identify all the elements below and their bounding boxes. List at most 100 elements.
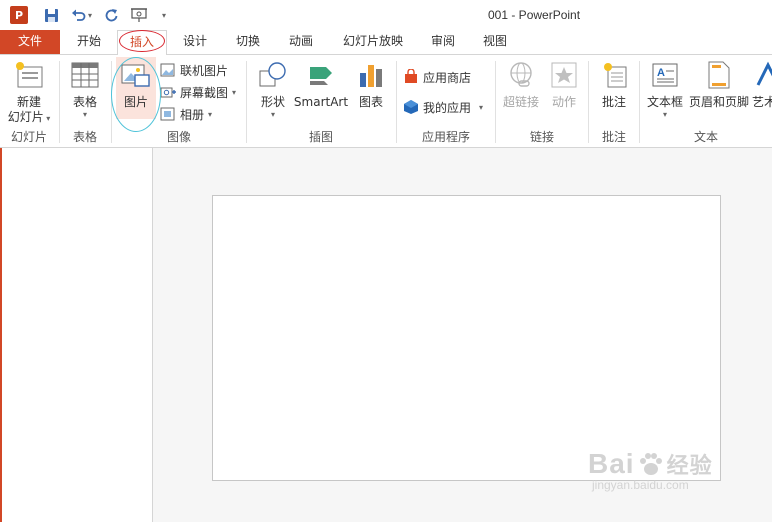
- screenshot-button[interactable]: 屏幕截图 ▾: [160, 82, 236, 102]
- ribbon-tabs: 文件 开始 插入 设计 切换 动画 幻灯片放映 审阅 视图: [0, 30, 772, 55]
- header-footer-icon: [703, 59, 735, 91]
- redo-icon: [105, 8, 118, 21]
- comment-button[interactable]: 批注: [593, 59, 635, 110]
- text-box-button[interactable]: A 文本框 ▾: [644, 59, 686, 120]
- smartart-icon: [305, 59, 337, 91]
- table-button[interactable]: 表格 ▾: [64, 59, 106, 120]
- hyperlink-button[interactable]: 超链接: [500, 59, 542, 110]
- group-label-illustrations: 插图: [308, 130, 333, 144]
- save-icon: [45, 8, 58, 22]
- redo-button[interactable]: [104, 6, 119, 24]
- tab-slideshow[interactable]: 幻灯片放映: [334, 30, 412, 54]
- hyperlink-icon: [505, 59, 537, 91]
- group-label-tables: 表格: [72, 130, 97, 144]
- tab-transitions[interactable]: 切换: [224, 30, 272, 54]
- hyperlink-label: 超链接: [502, 95, 539, 109]
- chevron-down-icon: ▾: [82, 110, 87, 119]
- watermark-url: jingyan.baidu.com: [592, 478, 689, 492]
- tab-review[interactable]: 审阅: [419, 30, 467, 54]
- tab-insert[interactable]: 插入: [117, 30, 167, 55]
- my-apps-button[interactable]: 我的应用 ▾: [403, 97, 483, 117]
- wordart-label: 艺术: [752, 95, 772, 109]
- svg-text:A: A: [657, 67, 665, 79]
- group-label-comments: 批注: [601, 130, 626, 144]
- picture-label: 图片: [123, 95, 148, 109]
- group-apps: 应用商店 我的应用 ▾ 应用程序: [397, 55, 495, 148]
- tab-home[interactable]: 开始: [64, 30, 114, 54]
- group-label-apps: 应用程序: [421, 130, 470, 144]
- text-box-label: 文本框: [646, 95, 683, 109]
- photo-album-icon: [160, 106, 176, 122]
- group-label-slides: 幻灯片: [10, 130, 47, 144]
- header-footer-button[interactable]: 页眉和页脚: [687, 59, 751, 110]
- store-icon: [403, 69, 419, 85]
- quick-access-toolbar: P ▾ ▾: [10, 6, 166, 24]
- undo-icon: [72, 9, 86, 21]
- group-slides: 新建 幻灯片 ▾ 幻灯片: [0, 55, 58, 148]
- online-pictures-button[interactable]: 联机图片: [160, 60, 228, 80]
- shapes-label: 形状: [260, 95, 285, 109]
- watermark-logo: Bai 经验: [588, 448, 713, 480]
- text-box-icon: A: [649, 59, 681, 91]
- header-footer-label: 页眉和页脚: [688, 95, 749, 109]
- baidu-watermark: Bai 经验 jingyan.baidu.com: [588, 448, 713, 492]
- slideshow-icon: [131, 7, 148, 22]
- group-text: A 文本框 ▾ 页眉和页脚 艺术 文本: [640, 55, 772, 148]
- paw-icon: [639, 453, 662, 475]
- save-button[interactable]: [44, 6, 59, 24]
- tab-view[interactable]: 视图: [471, 30, 519, 54]
- group-label-images: 图像: [166, 130, 191, 144]
- chevron-down-icon: ▾: [232, 87, 237, 97]
- chevron-down-icon: ▾: [43, 114, 51, 123]
- group-label-text: 文本: [693, 130, 718, 144]
- start-slideshow-button[interactable]: [131, 6, 148, 24]
- tab-animations[interactable]: 动画: [277, 30, 325, 54]
- chevron-down-icon: ▾: [662, 110, 667, 119]
- pane-accent-edge: [0, 148, 2, 522]
- slide-thumbnail-pane[interactable]: [0, 148, 153, 522]
- photo-album-label: 相册: [180, 107, 205, 122]
- screenshot-icon: [160, 84, 176, 100]
- title-bar: P ▾ ▾ 001 - PowerPoint: [0, 0, 772, 30]
- online-picture-icon: [160, 62, 176, 78]
- group-tables: 表格 ▾ 表格: [60, 55, 110, 148]
- ribbon-insert: 新建 幻灯片 ▾ 幻灯片 表格 ▾ 表格 图片 联机图片 屏幕截图 ▾ 相册 ▾…: [0, 54, 772, 148]
- comment-label: 批注: [601, 95, 626, 109]
- table-label: 表格: [72, 95, 97, 109]
- shapes-button[interactable]: 形状 ▾: [253, 59, 293, 120]
- action-label: 动作: [551, 95, 576, 109]
- online-pictures-label: 联机图片: [180, 63, 229, 78]
- tab-design[interactable]: 设计: [171, 30, 219, 54]
- chart-button[interactable]: 图表: [351, 59, 391, 110]
- customize-qat-button[interactable]: ▾: [160, 6, 166, 24]
- table-icon: [69, 59, 101, 91]
- powerpoint-logo-icon: P: [10, 6, 31, 24]
- screenshot-label: 屏幕截图: [180, 85, 229, 100]
- new-slide-label-line2: 幻灯片 ▾: [7, 110, 51, 124]
- window-title: 001 - PowerPoint: [488, 8, 581, 22]
- watermark-text: Bai: [588, 448, 635, 479]
- undo-button[interactable]: ▾: [71, 6, 92, 24]
- my-apps-icon: [403, 99, 419, 115]
- tab-file[interactable]: 文件: [0, 30, 60, 54]
- comment-icon: [598, 59, 630, 91]
- chevron-down-icon: ▾: [208, 109, 213, 119]
- shapes-icon: [257, 59, 289, 91]
- group-links: 超链接 动作 链接: [496, 55, 588, 148]
- action-button[interactable]: 动作: [544, 59, 584, 110]
- new-slide-button[interactable]: 新建 幻灯片 ▾: [4, 59, 54, 125]
- picture-icon: [120, 59, 152, 91]
- group-comments: 批注 批注: [589, 55, 639, 148]
- photo-album-button[interactable]: 相册 ▾: [160, 104, 212, 124]
- chart-icon: [355, 59, 387, 91]
- new-slide-icon: [13, 59, 45, 91]
- action-star-icon: [548, 59, 580, 91]
- wordart-button[interactable]: 艺术: [752, 59, 772, 110]
- smartart-button[interactable]: SmartArt: [294, 59, 348, 110]
- slide-canvas[interactable]: [212, 195, 721, 481]
- chevron-down-icon[interactable]: ▾: [88, 11, 92, 20]
- office-store-button[interactable]: 应用商店: [403, 67, 471, 87]
- new-slide-label-line1: 新建: [16, 95, 41, 109]
- picture-button[interactable]: 图片: [116, 57, 156, 119]
- chevron-down-icon: ▾: [479, 102, 484, 112]
